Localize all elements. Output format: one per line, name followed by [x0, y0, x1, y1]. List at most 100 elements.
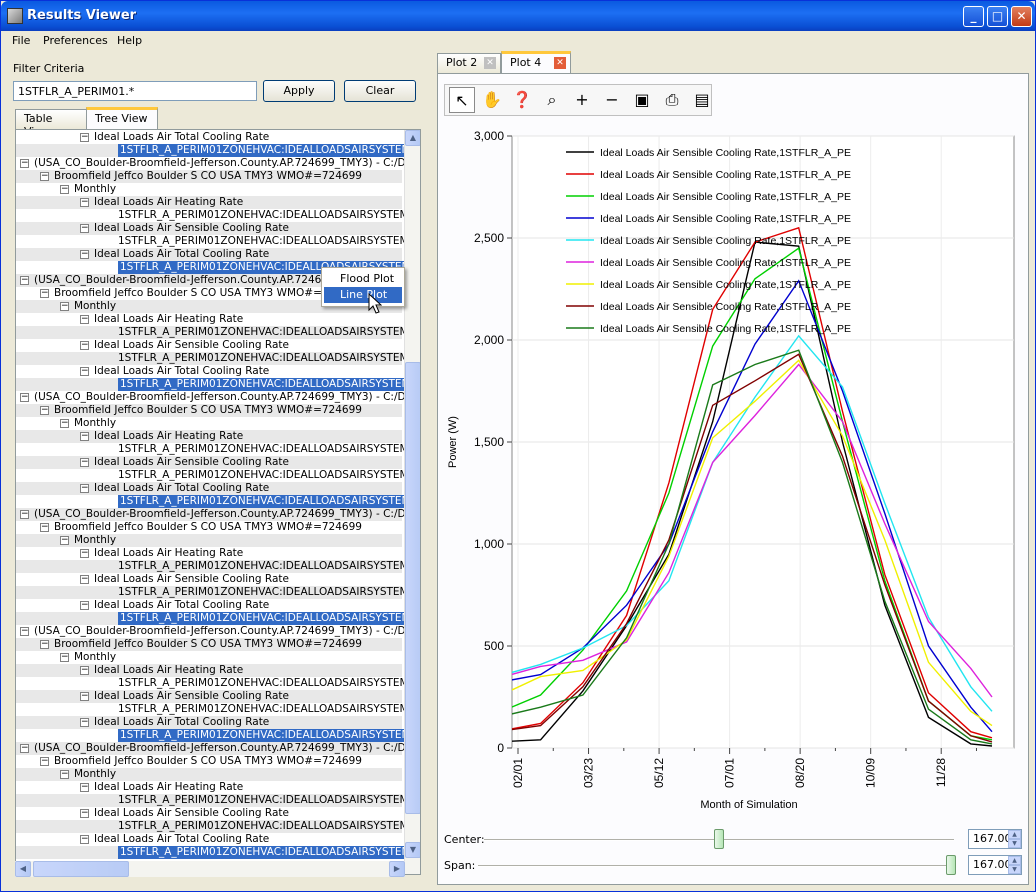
collapse-toggle-icon[interactable]: − — [40, 523, 49, 532]
tree-environment-label[interactable]: (USA_CO_Boulder-Broomfield-Jefferson.Cou… — [34, 157, 418, 170]
pan-hand-icon[interactable]: ✋ — [479, 87, 505, 113]
collapse-toggle-icon[interactable]: − — [80, 367, 89, 376]
tree-row[interactable]: − Ideal Loads Air Total Cooling Rate — [16, 365, 402, 378]
tree-variable-label[interactable]: Ideal Loads Air Total Cooling Rate — [94, 131, 269, 144]
close-tab-icon[interactable]: ✕ — [484, 57, 496, 69]
tree-horizontal-scrollbar[interactable]: ◀ ▶ — [15, 861, 405, 877]
collapse-toggle-icon[interactable]: − — [80, 458, 89, 467]
tree-series-selected-label[interactable]: 1STFLR_A_PERIM01ZONEHVAC:IDEALLOADSAIRSY… — [118, 846, 413, 859]
collapse-toggle-icon[interactable]: − — [60, 653, 69, 662]
tree-station-label[interactable]: Broomfield Jeffco Boulder S CO USA TMY3 … — [54, 287, 362, 300]
tree-series-selected-label[interactable]: 1STFLR_A_PERIM01ZONEHVAC:IDEALLOADSAIRSY… — [118, 729, 413, 742]
collapse-toggle-icon[interactable]: − — [80, 666, 89, 675]
filter-input[interactable] — [13, 81, 257, 101]
tree-series-label[interactable]: 1STFLR_A_PERIM01ZONEHVAC:IDEALLOADSAIRSY… — [118, 820, 409, 833]
tree-variable-label[interactable]: Ideal Loads Air Heating Rate — [94, 781, 243, 794]
tree-row[interactable]: − Monthly — [16, 183, 402, 196]
collapse-toggle-icon[interactable]: − — [80, 783, 89, 792]
tree-variable-label[interactable]: Ideal Loads Air Total Cooling Rate — [94, 482, 269, 495]
collapse-toggle-icon[interactable]: − — [80, 718, 89, 727]
collapse-toggle-icon[interactable]: − — [60, 770, 69, 779]
tree-row[interactable]: − Ideal Loads Air Sensible Cooling Rate — [16, 807, 402, 820]
collapse-toggle-icon[interactable]: − — [40, 289, 49, 298]
tree-row[interactable]: − Ideal Loads Air Sensible Cooling Rate — [16, 456, 402, 469]
center-spinner[interactable]: 167.00 ▲ ▼ — [968, 829, 1022, 849]
tree-row[interactable]: − (USA_CO_Boulder-Broomfield-Jefferson.Co… — [16, 157, 418, 170]
tree-row[interactable]: − Ideal Loads Air Total Cooling Rate — [16, 716, 402, 729]
collapse-toggle-icon[interactable]: − — [20, 393, 29, 402]
tree-variable-label[interactable]: Ideal Loads Air Heating Rate — [94, 430, 243, 443]
page-icon[interactable]: ▤ — [689, 87, 715, 113]
tree-row[interactable]: 1STFLR_A_PERIM01ZONEHVAC:IDEALLOADSAIRSY… — [16, 794, 409, 807]
tree-station-label[interactable]: Broomfield Jeffco Boulder S CO USA TMY3 … — [54, 755, 362, 768]
close-button[interactable]: ✕ — [1011, 6, 1032, 27]
tree-row[interactable]: 1STFLR_A_PERIM01ZONEHVAC:IDEALLOADSAIRSY… — [16, 326, 409, 339]
tree-row[interactable]: − Ideal Loads Air Total Cooling Rate — [16, 131, 402, 144]
collapse-toggle-icon[interactable]: − — [20, 627, 29, 636]
tree-row[interactable]: 1STFLR_A_PERIM01ZONEHVAC:IDEALLOADSAIRSY… — [16, 209, 409, 222]
tree-series-label[interactable]: 1STFLR_A_PERIM01ZONEHVAC:IDEALLOADSAIRSY… — [118, 560, 409, 573]
tree-variable-label[interactable]: Ideal Loads Air Sensible Cooling Rate — [94, 339, 289, 352]
tree-row[interactable]: 1STFLR_A_PERIM01ZONEHVAC:IDEALLOADSAIRSY… — [16, 235, 409, 248]
tab-table-view[interactable]: Table View — [15, 109, 87, 138]
tree-row[interactable]: − Monthly — [16, 768, 402, 781]
zoom-box-icon[interactable]: ⌕ — [539, 87, 565, 113]
collapse-toggle-icon[interactable]: − — [40, 640, 49, 649]
minimize-button[interactable]: _ — [963, 6, 984, 27]
select-arrow-icon[interactable]: ↖ — [449, 87, 475, 113]
tree-variable-label[interactable]: Ideal Loads Air Sensible Cooling Rate — [94, 222, 289, 235]
span-spinner[interactable]: 167.00 ▲ ▼ — [968, 855, 1022, 875]
center-slider-thumb[interactable] — [714, 829, 724, 849]
tree-row[interactable]: 1STFLR_A_PERIM01ZONEHVAC:IDEALLOADSAIRSY… — [16, 820, 409, 833]
tree-environment-label[interactable]: (USA_CO_Boulder-Broomfield-Jefferson.Cou… — [34, 391, 418, 404]
close-tab-icon[interactable]: ✕ — [554, 57, 566, 69]
collapse-toggle-icon[interactable]: − — [80, 133, 89, 142]
tree-row[interactable]: − Ideal Loads Air Heating Rate — [16, 430, 402, 443]
tree-series-label[interactable]: 1STFLR_A_PERIM01ZONEHVAC:IDEALLOADSAIRSY… — [118, 586, 409, 599]
tree-station-label[interactable]: Broomfield Jeffco Boulder S CO USA TMY3 … — [54, 638, 362, 651]
collapse-toggle-icon[interactable]: − — [20, 276, 29, 285]
tree-series-label[interactable]: 1STFLR_A_PERIM01ZONEHVAC:IDEALLOADSAIRSY… — [118, 326, 409, 339]
collapse-toggle-icon[interactable]: − — [60, 185, 69, 194]
tree-row[interactable]: − (USA_CO_Boulder-Broomfield-Jefferson.Co… — [16, 391, 418, 404]
tree-row[interactable]: − Ideal Loads Air Heating Rate — [16, 313, 402, 326]
clear-button[interactable]: Clear — [344, 80, 416, 102]
menu-item-line-plot[interactable]: Line Plot — [324, 287, 402, 303]
tree-row[interactable]: − Ideal Loads Air Heating Rate — [16, 547, 402, 560]
query-help-icon[interactable]: ❓ — [509, 87, 535, 113]
tree-frequency-label[interactable]: Monthly — [74, 768, 116, 781]
tree-series-label[interactable]: 1STFLR_A_PERIM01ZONEHVAC:IDEALLOADSAIRSY… — [118, 794, 409, 807]
tree-row[interactable]: − Ideal Loads Air Heating Rate — [16, 664, 402, 677]
collapse-toggle-icon[interactable]: − — [20, 744, 29, 753]
collapse-toggle-icon[interactable]: − — [80, 809, 89, 818]
tree-hscroll-thumb[interactable] — [33, 861, 129, 877]
collapse-toggle-icon[interactable]: − — [80, 835, 89, 844]
tree-variable-label[interactable]: Ideal Loads Air Sensible Cooling Rate — [94, 456, 289, 469]
collapse-toggle-icon[interactable]: − — [80, 601, 89, 610]
tree-row[interactable]: − (USA_CO_Boulder-Broomfield-Jefferson.Co… — [16, 742, 418, 755]
tree-row[interactable]: − Monthly — [16, 417, 402, 430]
tree-environment-label[interactable]: (USA_CO_Boulder-Broomfield-Jefferson.Cou… — [34, 508, 418, 521]
tree-row[interactable]: − Ideal Loads Air Total Cooling Rate — [16, 248, 402, 261]
scroll-right-icon[interactable]: ▶ — [389, 861, 405, 877]
tree-row[interactable]: − Monthly — [16, 534, 402, 547]
span-slider-track[interactable] — [478, 865, 956, 867]
tree-variable-label[interactable]: Ideal Loads Air Total Cooling Rate — [94, 599, 269, 612]
tree-scroll-thumb[interactable] — [405, 361, 420, 815]
tree-series-selected-label[interactable]: 1STFLR_A_PERIM01ZONEHVAC:IDEALLOADSAIRSY… — [118, 144, 413, 157]
tree-environment-label[interactable]: (USA_CO_Boulder-Broomfield-Jefferson.Cou… — [34, 625, 418, 638]
tree-variable-label[interactable]: Ideal Loads Air Heating Rate — [94, 664, 243, 677]
scroll-down-icon[interactable]: ▼ — [405, 842, 420, 858]
title-bar[interactable]: Results Viewer _ □ ✕ — [1, 1, 1035, 31]
tree-row[interactable]: − Ideal Loads Air Heating Rate — [16, 781, 402, 794]
collapse-toggle-icon[interactable]: − — [40, 406, 49, 415]
tree-series-label[interactable]: 1STFLR_A_PERIM01ZONEHVAC:IDEALLOADSAIRSY… — [118, 209, 409, 222]
tree-row[interactable]: − Broomfield Jeffco Boulder S CO USA TMY3… — [16, 404, 402, 417]
tree-row[interactable]: − Ideal Loads Air Sensible Cooling Rate — [16, 222, 402, 235]
collapse-toggle-icon[interactable]: − — [20, 510, 29, 519]
tree-variable-label[interactable]: Ideal Loads Air Total Cooling Rate — [94, 365, 269, 378]
tree-row[interactable]: − Ideal Loads Air Total Cooling Rate — [16, 833, 402, 846]
tree-row[interactable]: − (USA_CO_Boulder-Broomfield-Jefferson.Co… — [16, 508, 418, 521]
tree-environment-label[interactable]: (USA_CO_Boulder-Broomfield-Jefferson.Cou… — [34, 742, 418, 755]
span-slider-thumb[interactable] — [946, 855, 956, 875]
